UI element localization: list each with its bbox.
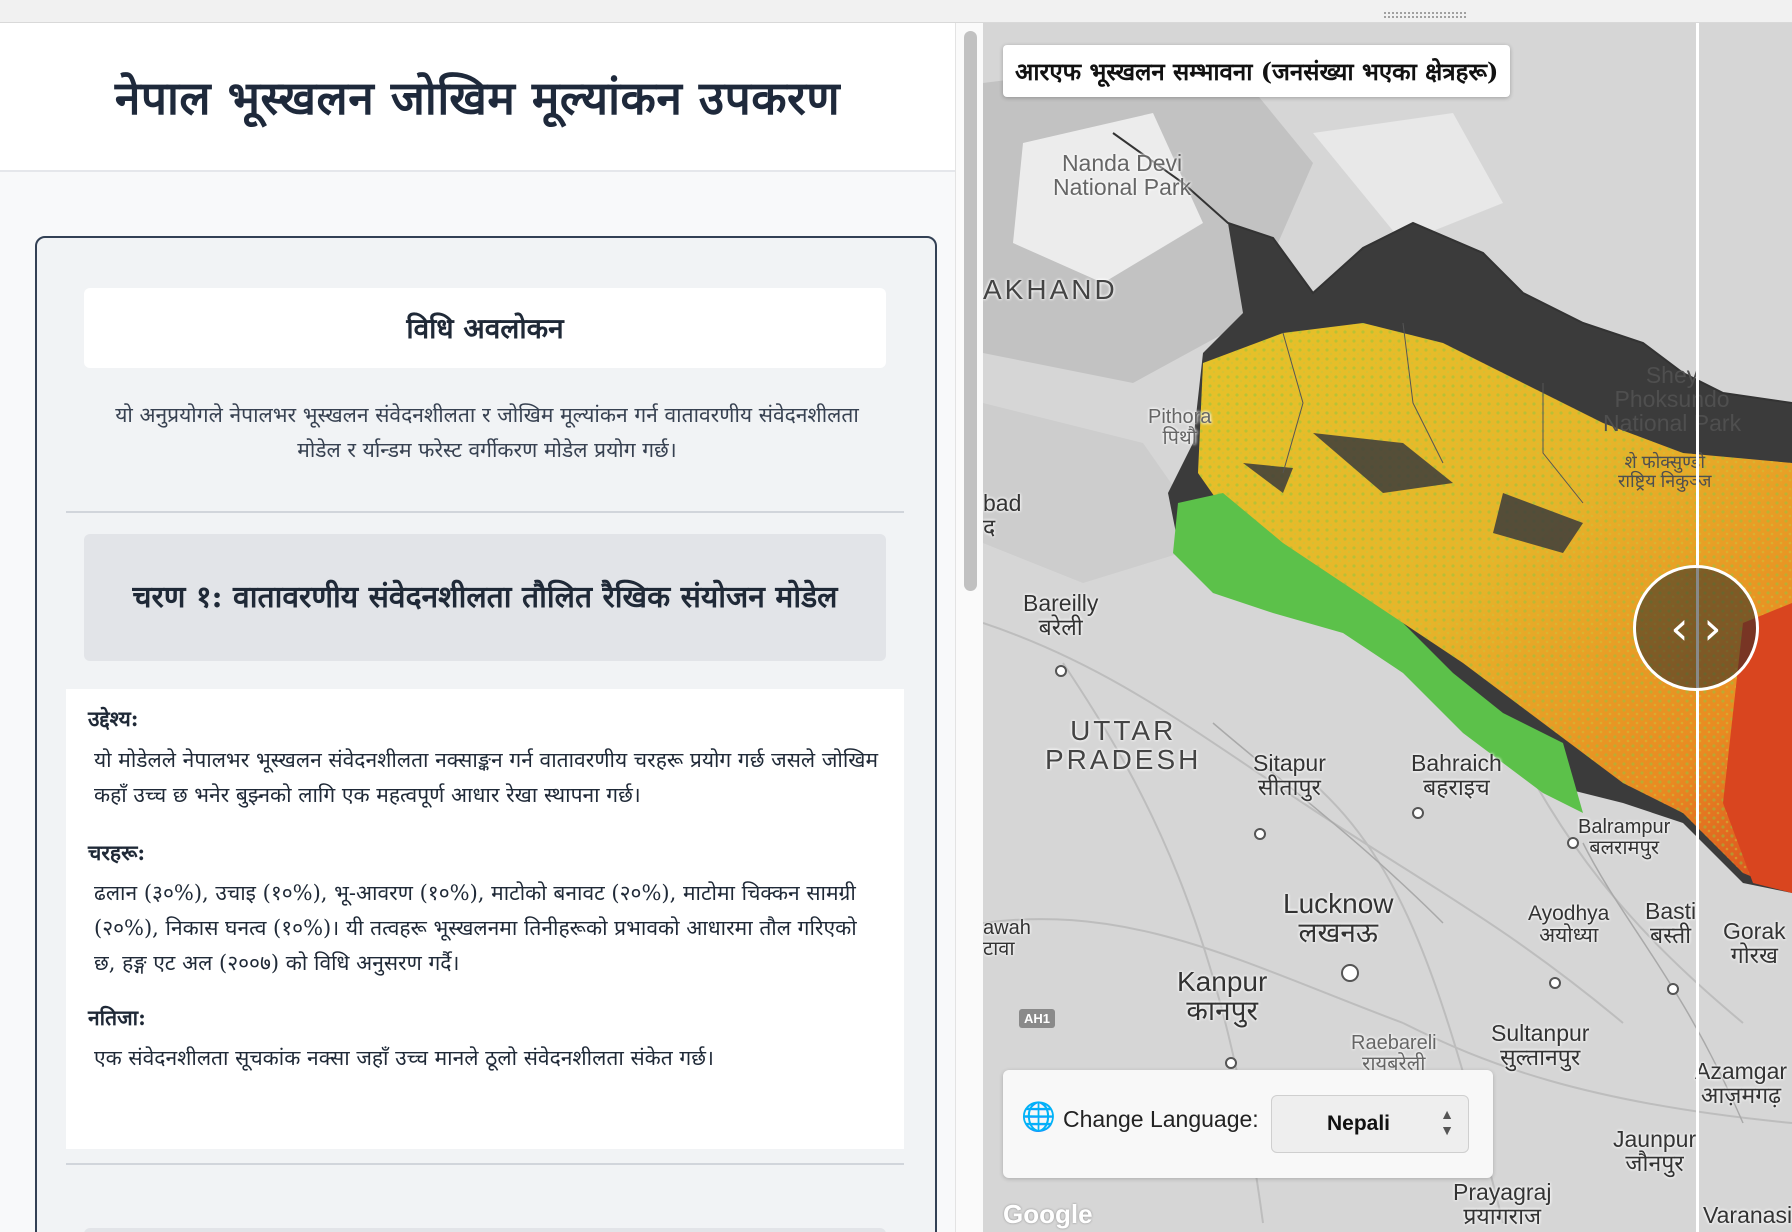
step1-title: चरण १: वातावरणीय संवेदनशीलता तौलित रैखिक… <box>132 579 838 615</box>
map-title: आरएफ भूस्खलन सम्भावना (जनसंख्या भएका क्ष… <box>1003 45 1511 97</box>
label-lucknow: Lucknow लखनऊ <box>1283 888 1394 949</box>
window-top-strip <box>0 0 1792 23</box>
label-akhand: AKHAND <box>983 274 1118 305</box>
divider <box>66 1163 904 1165</box>
label-shey-phoksundo: Shey Phoksundo National Park <box>1603 362 1742 437</box>
resize-grip[interactable] <box>1383 11 1467 19</box>
label-gorak: Gorak गोरख <box>1723 918 1786 969</box>
language-label: Change Language: <box>1063 1106 1259 1132</box>
label-bad: bad द <box>983 490 1022 541</box>
result-label: नतिजा: <box>88 1005 146 1030</box>
label-nanda-devi: Nanda Devi National Park <box>1053 150 1192 201</box>
objective-text: यो मोडेलले नेपालभर भूस्खलन संवेदनशीलता न… <box>94 748 879 807</box>
label-kanpur: Kanpur कानपुर <box>1177 966 1268 1027</box>
swipe-handle[interactable]: ‹ › <box>1633 565 1759 691</box>
page-header: नेपाल भूस्खलन जोखिम मूल्यांकन उपकरण <box>0 23 955 172</box>
step1-details: उद्देश्य: यो मोडेलले नेपालभर भूस्खलन संव… <box>66 689 904 1149</box>
method-intro: यो अनुप्रयोगले नेपालभर भूस्खलन संवेदनशील… <box>115 403 859 462</box>
updown-arrow-icon: ▲ ▼ <box>1440 1106 1454 1138</box>
label-awah: awah टावा <box>983 917 1031 960</box>
next-step-header <box>84 1228 886 1232</box>
left-panel: नेपाल भूस्खलन जोखिम मूल्यांकन उपकरण विधि… <box>0 23 955 1232</box>
map-view[interactable]: आरएफ भूस्खलन सम्भावना (जनसंख्या भएका क्ष… <box>983 23 1792 1232</box>
globe-icon: 🌐 <box>1021 1100 1056 1133</box>
label-pithora: Pithora पिथौ <box>1148 406 1212 449</box>
label-varanasi: Varanasi <box>1703 1202 1792 1228</box>
label-ayodhya: Ayodhya अयोध्या <box>1528 902 1610 948</box>
method-card: विधि अवलोकन यो अनुप्रयोगले नेपालभर भूस्ख… <box>35 236 937 1232</box>
highway-shield-ah1: AH1 <box>1019 1009 1056 1028</box>
variables-text: ढलान (३०%), उचाइ (१०%), भू-आवरण (१०%), म… <box>94 881 857 975</box>
language-select[interactable]: Nepali ▲ ▼ <box>1271 1095 1469 1153</box>
language-switcher: 🌐 Change Language: Nepali ▲ ▼ <box>1003 1070 1493 1178</box>
result-text: एक संवेदनशीलता सूचकांक नक्सा जहाँ उच्च म… <box>94 1046 714 1070</box>
label-balrampur: Balrampur बलरामपुर <box>1578 816 1671 859</box>
label-azamgarh: Azamgar आज़मगढ़ <box>1695 1058 1788 1109</box>
google-logo[interactable]: Google <box>1003 1199 1093 1230</box>
label-sultanpur: Sultanpur सुल्तानपुर <box>1491 1020 1590 1071</box>
label-bareilly: Bareilly बरेली <box>1023 590 1099 641</box>
objective-label: उद्देश्य: <box>88 706 139 731</box>
step1-header: चरण १: वातावरणीय संवेदनशीलता तौलित रैखिक… <box>84 534 886 661</box>
scrollbar-thumb[interactable] <box>964 31 977 591</box>
label-uttar-pradesh: UTTAR PRADESH <box>1045 715 1202 776</box>
left-panel-scrollbar[interactable] <box>955 23 984 1232</box>
label-basti: Basti बस्ती <box>1645 898 1697 949</box>
label-jaunpur: Jaunpur जौनपुर <box>1613 1126 1697 1177</box>
label-bahraich: Bahraich बहराइच <box>1411 750 1502 801</box>
label-sitapur: Sitapur सीतापुर <box>1253 750 1326 801</box>
language-selected-value: Nepali <box>1327 1112 1391 1135</box>
chevron-left-right-icon: ‹ › <box>1670 601 1722 655</box>
variables-label: चरहरू: <box>88 840 146 865</box>
label-raebareli: Raebareli रायबरेली <box>1351 1032 1437 1075</box>
divider <box>66 511 904 513</box>
label-prayagraj: Prayagraj प्रयागराज <box>1453 1179 1552 1230</box>
method-title: विधि अवलोकन <box>84 288 886 368</box>
page-title: नेपाल भूस्खलन जोखिम मूल्यांकन उपकरण <box>114 70 841 125</box>
